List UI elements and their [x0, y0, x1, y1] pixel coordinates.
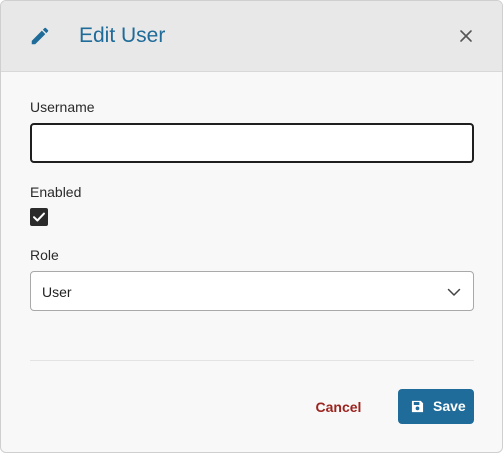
- role-label: Role: [30, 247, 59, 263]
- footer-divider: [30, 360, 474, 361]
- floppy-disk-icon: [411, 400, 424, 413]
- checkmark-icon: [33, 212, 45, 222]
- username-input[interactable]: [30, 123, 474, 163]
- save-button[interactable]: Save: [398, 389, 474, 424]
- enabled-checkbox[interactable]: [30, 208, 48, 226]
- role-select[interactable]: User: [30, 271, 474, 311]
- dialog-header: Edit User: [1, 1, 502, 72]
- chevron-down-icon: [447, 288, 461, 296]
- role-selected-value: User: [42, 284, 72, 300]
- dialog-title: Edit User: [79, 24, 166, 47]
- username-label: Username: [30, 99, 95, 115]
- enabled-label: Enabled: [30, 184, 82, 200]
- cancel-button[interactable]: Cancel: [301, 389, 376, 424]
- pencil-icon: [31, 27, 49, 45]
- close-icon[interactable]: [455, 25, 477, 47]
- save-button-label: Save: [433, 398, 466, 414]
- edit-user-dialog: Edit User Username Enabled Role User Can…: [0, 0, 503, 453]
